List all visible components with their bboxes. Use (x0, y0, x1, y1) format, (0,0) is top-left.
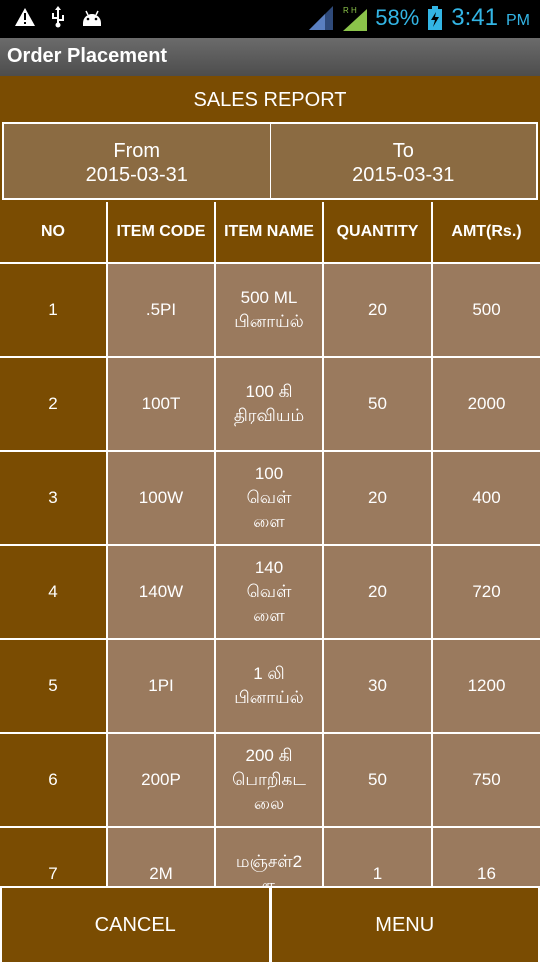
cell-amount: 16 (433, 828, 540, 886)
cell-item-name: 140 வெள் ளை (216, 546, 324, 638)
cell-no: 1 (0, 264, 108, 356)
battery-percent: 58% (375, 5, 419, 31)
to-label: To (271, 139, 537, 163)
status-bar: R H 58% 3:41 PM (0, 0, 540, 38)
cell-item-name: 100 கி திரவியம் (216, 358, 324, 450)
header-item-name: ITEM NAME (216, 202, 324, 262)
cell-item-name: 200 கி பொறிகட லை (216, 734, 324, 826)
cell-amount: 2000 (433, 358, 540, 450)
svg-text:R H: R H (343, 6, 357, 15)
cell-amount: 1200 (433, 640, 540, 732)
date-range: From 2015-03-31 To 2015-03-31 (2, 122, 538, 200)
header-no: NO (0, 202, 108, 262)
cell-no: 7 (0, 828, 108, 886)
cell-item-code: 2M (108, 828, 216, 886)
header-item-code: ITEM CODE (108, 202, 216, 262)
signal-icon-1 (309, 6, 333, 30)
table-row[interactable]: 51PI1 லி பினாய்ல்301200 (0, 640, 540, 734)
cell-item-name: மஞ்சள்2 ரூ (216, 828, 324, 886)
signal-icon-2: R H (341, 5, 367, 31)
cell-item-code: 100T (108, 358, 216, 450)
header-quantity: QUANTITY (324, 202, 433, 262)
report-title: SALES REPORT (0, 76, 540, 122)
cell-item-code: 100W (108, 452, 216, 544)
action-bar: Order Placement (0, 38, 540, 77)
clock-ampm: PM (506, 12, 530, 30)
from-label: From (4, 139, 270, 163)
table-row[interactable]: 1.5PI500 ML பினாய்ல்20500 (0, 264, 540, 358)
cell-amount: 400 (433, 452, 540, 544)
to-date: 2015-03-31 (271, 163, 537, 187)
bottom-bar: CANCEL MENU (0, 886, 540, 962)
table-row[interactable]: 72Mமஞ்சள்2 ரூ116 (0, 828, 540, 886)
cell-no: 4 (0, 546, 108, 638)
cell-item-code: 140W (108, 546, 216, 638)
app-title: Order Placement (7, 45, 167, 68)
cell-item-code: 1PI (108, 640, 216, 732)
cell-quantity: 50 (324, 358, 433, 450)
table-row[interactable]: 3100W100 வெள் ளை20400 (0, 452, 540, 546)
cell-item-name: 1 லி பினாய்ல் (216, 640, 324, 732)
cell-amount: 500 (433, 264, 540, 356)
table-row[interactable]: 6200P200 கி பொறிகட லை50750 (0, 734, 540, 828)
cell-item-name: 500 ML பினாய்ல் (216, 264, 324, 356)
table-row[interactable]: 4140W140 வெள் ளை20720 (0, 546, 540, 640)
cell-quantity: 20 (324, 264, 433, 356)
battery-charging-icon (427, 6, 443, 30)
cell-no: 6 (0, 734, 108, 826)
from-date: 2015-03-31 (4, 163, 270, 187)
from-date-button[interactable]: From 2015-03-31 (4, 124, 270, 198)
cancel-button[interactable]: CANCEL (0, 888, 271, 962)
cell-quantity: 30 (324, 640, 433, 732)
cell-no: 5 (0, 640, 108, 732)
sales-report-screen: SALES REPORT From 2015-03-31 To 2015-03-… (0, 76, 540, 960)
to-date-button[interactable]: To 2015-03-31 (270, 124, 537, 198)
cell-quantity: 20 (324, 452, 433, 544)
cell-no: 2 (0, 358, 108, 450)
table-header: NO ITEM CODE ITEM NAME QUANTITY AMT(Rs.) (0, 202, 540, 264)
usb-icon (50, 6, 66, 28)
cell-quantity: 50 (324, 734, 433, 826)
status-notifications (14, 6, 104, 28)
cell-item-code: .5PI (108, 264, 216, 356)
warning-icon (14, 7, 36, 27)
header-amount: AMT(Rs.) (433, 202, 540, 262)
status-system: R H 58% 3:41 PM (309, 4, 530, 32)
cell-quantity: 1 (324, 828, 433, 886)
android-debug-icon (80, 7, 104, 27)
cell-amount: 750 (433, 734, 540, 826)
cell-quantity: 20 (324, 546, 433, 638)
menu-button[interactable]: MENU (271, 888, 540, 962)
sales-table[interactable]: NO ITEM CODE ITEM NAME QUANTITY AMT(Rs.)… (0, 202, 540, 886)
table-row[interactable]: 2100T100 கி திரவியம்502000 (0, 358, 540, 452)
cell-item-code: 200P (108, 734, 216, 826)
cell-no: 3 (0, 452, 108, 544)
cell-item-name: 100 வெள் ளை (216, 452, 324, 544)
cell-amount: 720 (433, 546, 540, 638)
clock-time: 3:41 (451, 4, 498, 32)
